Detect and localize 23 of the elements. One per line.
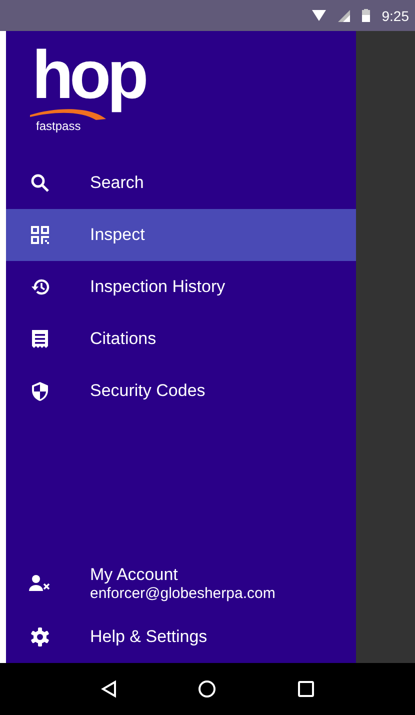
menu-item[interactable]: Inspection History (6, 261, 356, 313)
account-label[interactable]: My Account (90, 564, 276, 584)
wifi-icon (312, 10, 326, 21)
menu-item[interactable]: Security Codes (6, 365, 356, 417)
settings-icon (30, 627, 50, 647)
qr-code-icon (31, 226, 49, 244)
battery-icon (362, 9, 370, 22)
receipt-icon (32, 330, 48, 348)
account-remove-icon (29, 575, 51, 591)
account-email: enforcer@globesherpa.com (90, 584, 276, 602)
signal-icon (338, 10, 350, 22)
back-icon[interactable] (100, 680, 117, 698)
search-icon (30, 173, 50, 193)
home-icon[interactable] (198, 680, 216, 698)
menu-item[interactable]: Search (6, 157, 356, 209)
menu-item[interactable]: Inspect (6, 209, 356, 261)
clock-time: 9:25 (382, 8, 409, 24)
history-icon (30, 278, 50, 296)
logo-tagline: fastpass (36, 119, 81, 133)
menu-item[interactable]: Citations (6, 313, 356, 365)
recents-icon[interactable] (298, 681, 314, 697)
menu-item[interactable]: Help & Settings (6, 611, 356, 663)
shield-icon (32, 382, 48, 400)
